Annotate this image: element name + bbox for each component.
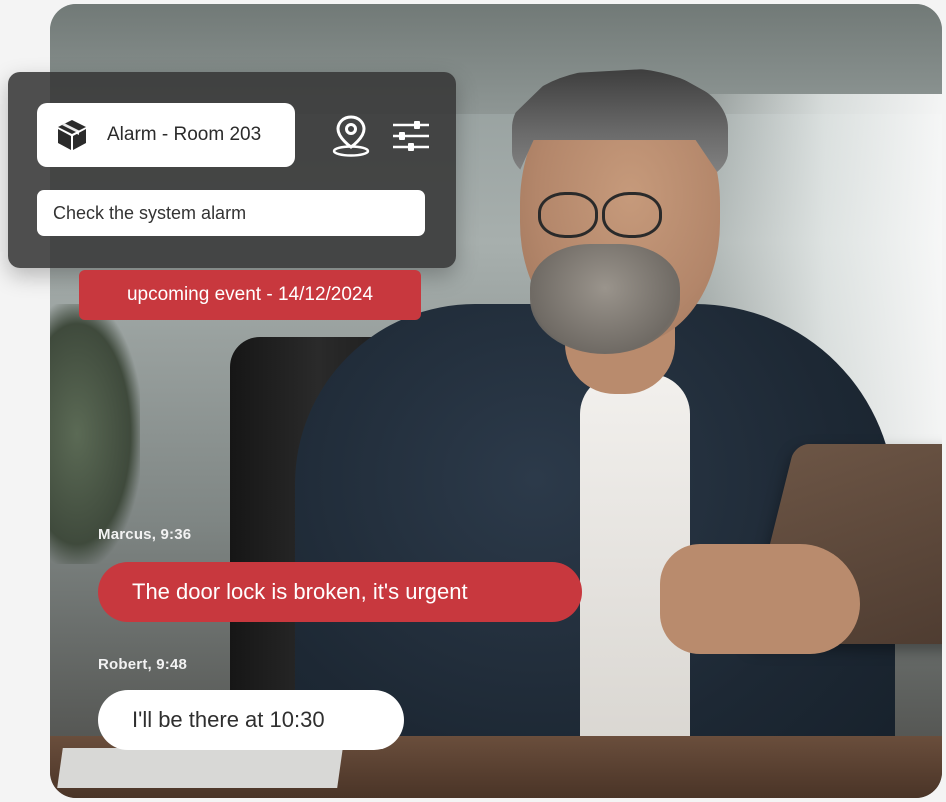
alarm-title: Alarm - Room 203 (107, 124, 262, 145)
box-icon (58, 120, 86, 150)
photo-person-beard (530, 244, 680, 354)
chat-message-marcus: The door lock is broken, it's urgent (98, 562, 582, 622)
chat-message-robert: I'll be there at 10:30 (98, 690, 404, 750)
photo-glasses-right (602, 192, 662, 238)
photo-desk-paper (57, 748, 343, 788)
photo-plant (50, 304, 140, 564)
upcoming-event-badge: upcoming event - 14/12/2024 (79, 270, 421, 320)
task-description-text: Check the system alarm (53, 202, 247, 223)
chat-sender-marcus: Marcus, 9:36 (98, 526, 192, 543)
photo-glasses-left (538, 192, 598, 238)
chat-message-text: The door lock is broken, it's urgent (132, 579, 468, 604)
alarm-title-pill[interactable]: Alarm - Room 203 (37, 103, 295, 167)
chat-sender-robert: Robert, 9:48 (98, 656, 188, 673)
alarm-card (8, 72, 456, 268)
task-description-field[interactable]: Check the system alarm (37, 190, 425, 236)
chat-message-text: I'll be there at 10:30 (132, 707, 325, 732)
sliders-icon[interactable] (390, 118, 432, 154)
photo-person-hand (660, 544, 860, 654)
map-pin-icon[interactable] (330, 114, 372, 158)
upcoming-event-text: upcoming event - 14/12/2024 (126, 284, 374, 305)
